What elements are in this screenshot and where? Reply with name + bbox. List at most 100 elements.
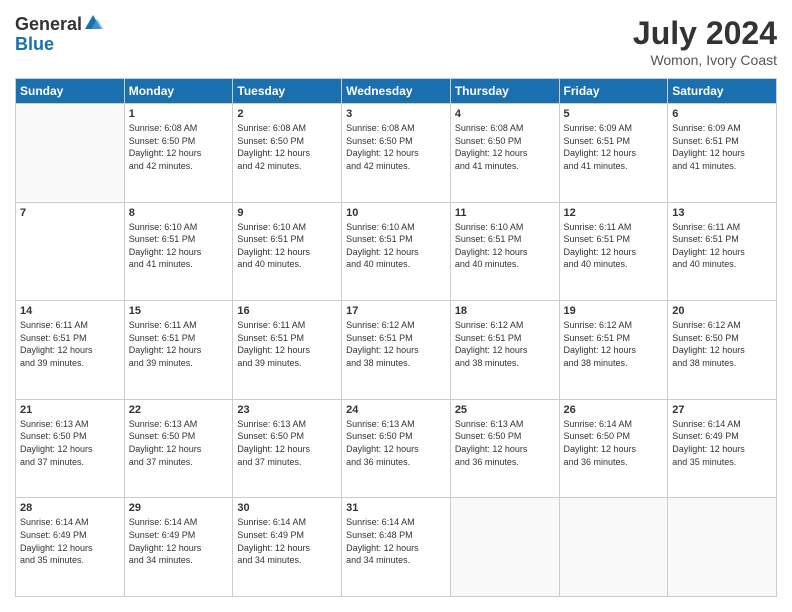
day-info: Sunrise: 6:12 AM Sunset: 6:50 PM Dayligh… (672, 319, 772, 369)
day-info: Sunrise: 6:09 AM Sunset: 6:51 PM Dayligh… (564, 122, 664, 172)
day-info: Sunrise: 6:10 AM Sunset: 6:51 PM Dayligh… (237, 221, 337, 271)
day-info: Sunrise: 6:14 AM Sunset: 6:50 PM Dayligh… (564, 418, 664, 468)
day-number: 1 (129, 108, 229, 120)
calendar-cell: 23 Sunrise: 6:13 AM Sunset: 6:50 PM Dayli… (233, 399, 342, 498)
logo: General Blue (15, 15, 103, 55)
day-info: Sunrise: 6:14 AM Sunset: 6:49 PM Dayligh… (237, 516, 337, 566)
day-number: 15 (129, 305, 229, 317)
calendar-cell: 28 Sunrise: 6:14 AM Sunset: 6:49 PM Dayli… (16, 498, 125, 597)
day-number: 9 (237, 207, 337, 219)
day-number: 6 (672, 108, 772, 120)
calendar-cell: 6 Sunrise: 6:09 AM Sunset: 6:51 PM Daylig… (668, 104, 777, 203)
calendar-cell: 12Sunrise: 6:11 AM Sunset: 6:51 PM Dayli… (559, 202, 668, 301)
day-number: 26 (564, 404, 664, 416)
day-info: Sunrise: 6:11 AM Sunset: 6:51 PM Dayligh… (237, 319, 337, 369)
calendar-cell: 21 Sunrise: 6:13 AM Sunset: 6:50 PM Dayli… (16, 399, 125, 498)
day-number: 16 (237, 305, 337, 317)
calendar-cell (450, 498, 559, 597)
day-number: 19 (564, 305, 664, 317)
weekday-header-wednesday: Wednesday (342, 79, 451, 104)
day-number: 7 (20, 207, 120, 219)
calendar-cell: 3 Sunrise: 6:08 AM Sunset: 6:50 PM Daylig… (342, 104, 451, 203)
day-info: Sunrise: 6:12 AM Sunset: 6:51 PM Dayligh… (455, 319, 555, 369)
day-number: 28 (20, 502, 120, 514)
calendar-cell: 8 Sunrise: 6:10 AM Sunset: 6:51 PM Daylig… (124, 202, 233, 301)
calendar-cell: 7 (16, 202, 125, 301)
day-info: Sunrise: 6:08 AM Sunset: 6:50 PM Dayligh… (129, 122, 229, 172)
calendar-cell: 14Sunrise: 6:11 AM Sunset: 6:51 PM Dayli… (16, 301, 125, 400)
weekday-header-thursday: Thursday (450, 79, 559, 104)
calendar-cell: 4Sunrise: 6:08 AM Sunset: 6:50 PM Daylig… (450, 104, 559, 203)
logo-blue-text: Blue (15, 35, 103, 55)
calendar-cell: 9 Sunrise: 6:10 AM Sunset: 6:51 PM Daylig… (233, 202, 342, 301)
calendar-cell: 22 Sunrise: 6:13 AM Sunset: 6:50 PM Dayli… (124, 399, 233, 498)
day-number: 10 (346, 207, 446, 219)
day-number: 20 (672, 305, 772, 317)
calendar-cell: 10 Sunrise: 6:10 AM Sunset: 6:51 PM Dayli… (342, 202, 451, 301)
calendar-cell: 5 Sunrise: 6:09 AM Sunset: 6:51 PM Daylig… (559, 104, 668, 203)
page: General Blue July 2024 Womon, Ivory Coas… (0, 0, 792, 612)
day-info: Sunrise: 6:13 AM Sunset: 6:50 PM Dayligh… (455, 418, 555, 468)
day-number: 30 (237, 502, 337, 514)
day-number: 31 (346, 502, 446, 514)
day-number: 25 (455, 404, 555, 416)
location: Womon, Ivory Coast (633, 52, 777, 68)
day-info: Sunrise: 6:10 AM Sunset: 6:51 PM Dayligh… (129, 221, 229, 271)
day-info: Sunrise: 6:08 AM Sunset: 6:50 PM Dayligh… (346, 122, 446, 172)
day-info: Sunrise: 6:09 AM Sunset: 6:51 PM Dayligh… (672, 122, 772, 172)
day-number: 22 (129, 404, 229, 416)
day-info: Sunrise: 6:11 AM Sunset: 6:51 PM Dayligh… (672, 221, 772, 271)
day-info: Sunrise: 6:12 AM Sunset: 6:51 PM Dayligh… (346, 319, 446, 369)
day-number: 23 (237, 404, 337, 416)
logo-icon (83, 13, 103, 33)
day-number: 11 (455, 207, 555, 219)
calendar: SundayMondayTuesdayWednesdayThursdayFrid… (15, 78, 777, 597)
day-number: 14 (20, 305, 120, 317)
day-number: 29 (129, 502, 229, 514)
day-info: Sunrise: 6:08 AM Sunset: 6:50 PM Dayligh… (237, 122, 337, 172)
calendar-cell (16, 104, 125, 203)
day-number: 5 (564, 108, 664, 120)
day-info: Sunrise: 6:11 AM Sunset: 6:51 PM Dayligh… (129, 319, 229, 369)
calendar-cell: 2 Sunrise: 6:08 AM Sunset: 6:50 PM Daylig… (233, 104, 342, 203)
calendar-cell: 13 Sunrise: 6:11 AM Sunset: 6:51 PM Dayli… (668, 202, 777, 301)
day-number: 13 (672, 207, 772, 219)
calendar-cell: 20 Sunrise: 6:12 AM Sunset: 6:50 PM Dayli… (668, 301, 777, 400)
day-number: 2 (237, 108, 337, 120)
day-info: Sunrise: 6:13 AM Sunset: 6:50 PM Dayligh… (129, 418, 229, 468)
day-info: Sunrise: 6:13 AM Sunset: 6:50 PM Dayligh… (20, 418, 120, 468)
month-year: July 2024 (633, 15, 777, 52)
calendar-cell: 31 Sunrise: 6:14 AM Sunset: 6:48 PM Dayli… (342, 498, 451, 597)
day-number: 27 (672, 404, 772, 416)
day-number: 21 (20, 404, 120, 416)
weekday-header-friday: Friday (559, 79, 668, 104)
calendar-cell: 24Sunrise: 6:13 AM Sunset: 6:50 PM Dayli… (342, 399, 451, 498)
day-info: Sunrise: 6:10 AM Sunset: 6:51 PM Dayligh… (455, 221, 555, 271)
day-number: 24 (346, 404, 446, 416)
weekday-header-tuesday: Tuesday (233, 79, 342, 104)
calendar-cell (559, 498, 668, 597)
day-number: 17 (346, 305, 446, 317)
day-number: 18 (455, 305, 555, 317)
day-info: Sunrise: 6:14 AM Sunset: 6:49 PM Dayligh… (672, 418, 772, 468)
calendar-cell: 15 Sunrise: 6:11 AM Sunset: 6:51 PM Dayli… (124, 301, 233, 400)
day-number: 12 (564, 207, 664, 219)
day-info: Sunrise: 6:12 AM Sunset: 6:51 PM Dayligh… (564, 319, 664, 369)
calendar-cell: 19 Sunrise: 6:12 AM Sunset: 6:51 PM Dayli… (559, 301, 668, 400)
day-info: Sunrise: 6:13 AM Sunset: 6:50 PM Dayligh… (237, 418, 337, 468)
day-number: 8 (129, 207, 229, 219)
day-info: Sunrise: 6:14 AM Sunset: 6:49 PM Dayligh… (129, 516, 229, 566)
day-info: Sunrise: 6:10 AM Sunset: 6:51 PM Dayligh… (346, 221, 446, 271)
day-number: 3 (346, 108, 446, 120)
calendar-cell: 17 Sunrise: 6:12 AM Sunset: 6:51 PM Dayli… (342, 301, 451, 400)
calendar-cell: 16 Sunrise: 6:11 AM Sunset: 6:51 PM Dayli… (233, 301, 342, 400)
calendar-cell: 29 Sunrise: 6:14 AM Sunset: 6:49 PM Dayli… (124, 498, 233, 597)
weekday-header-sunday: Sunday (16, 79, 125, 104)
day-info: Sunrise: 6:14 AM Sunset: 6:49 PM Dayligh… (20, 516, 120, 566)
calendar-cell: 30 Sunrise: 6:14 AM Sunset: 6:49 PM Dayli… (233, 498, 342, 597)
day-info: Sunrise: 6:08 AM Sunset: 6:50 PM Dayligh… (455, 122, 555, 172)
weekday-header-monday: Monday (124, 79, 233, 104)
title-block: July 2024 Womon, Ivory Coast (633, 15, 777, 68)
day-info: Sunrise: 6:14 AM Sunset: 6:48 PM Dayligh… (346, 516, 446, 566)
calendar-cell: 11 Sunrise: 6:10 AM Sunset: 6:51 PM Dayli… (450, 202, 559, 301)
